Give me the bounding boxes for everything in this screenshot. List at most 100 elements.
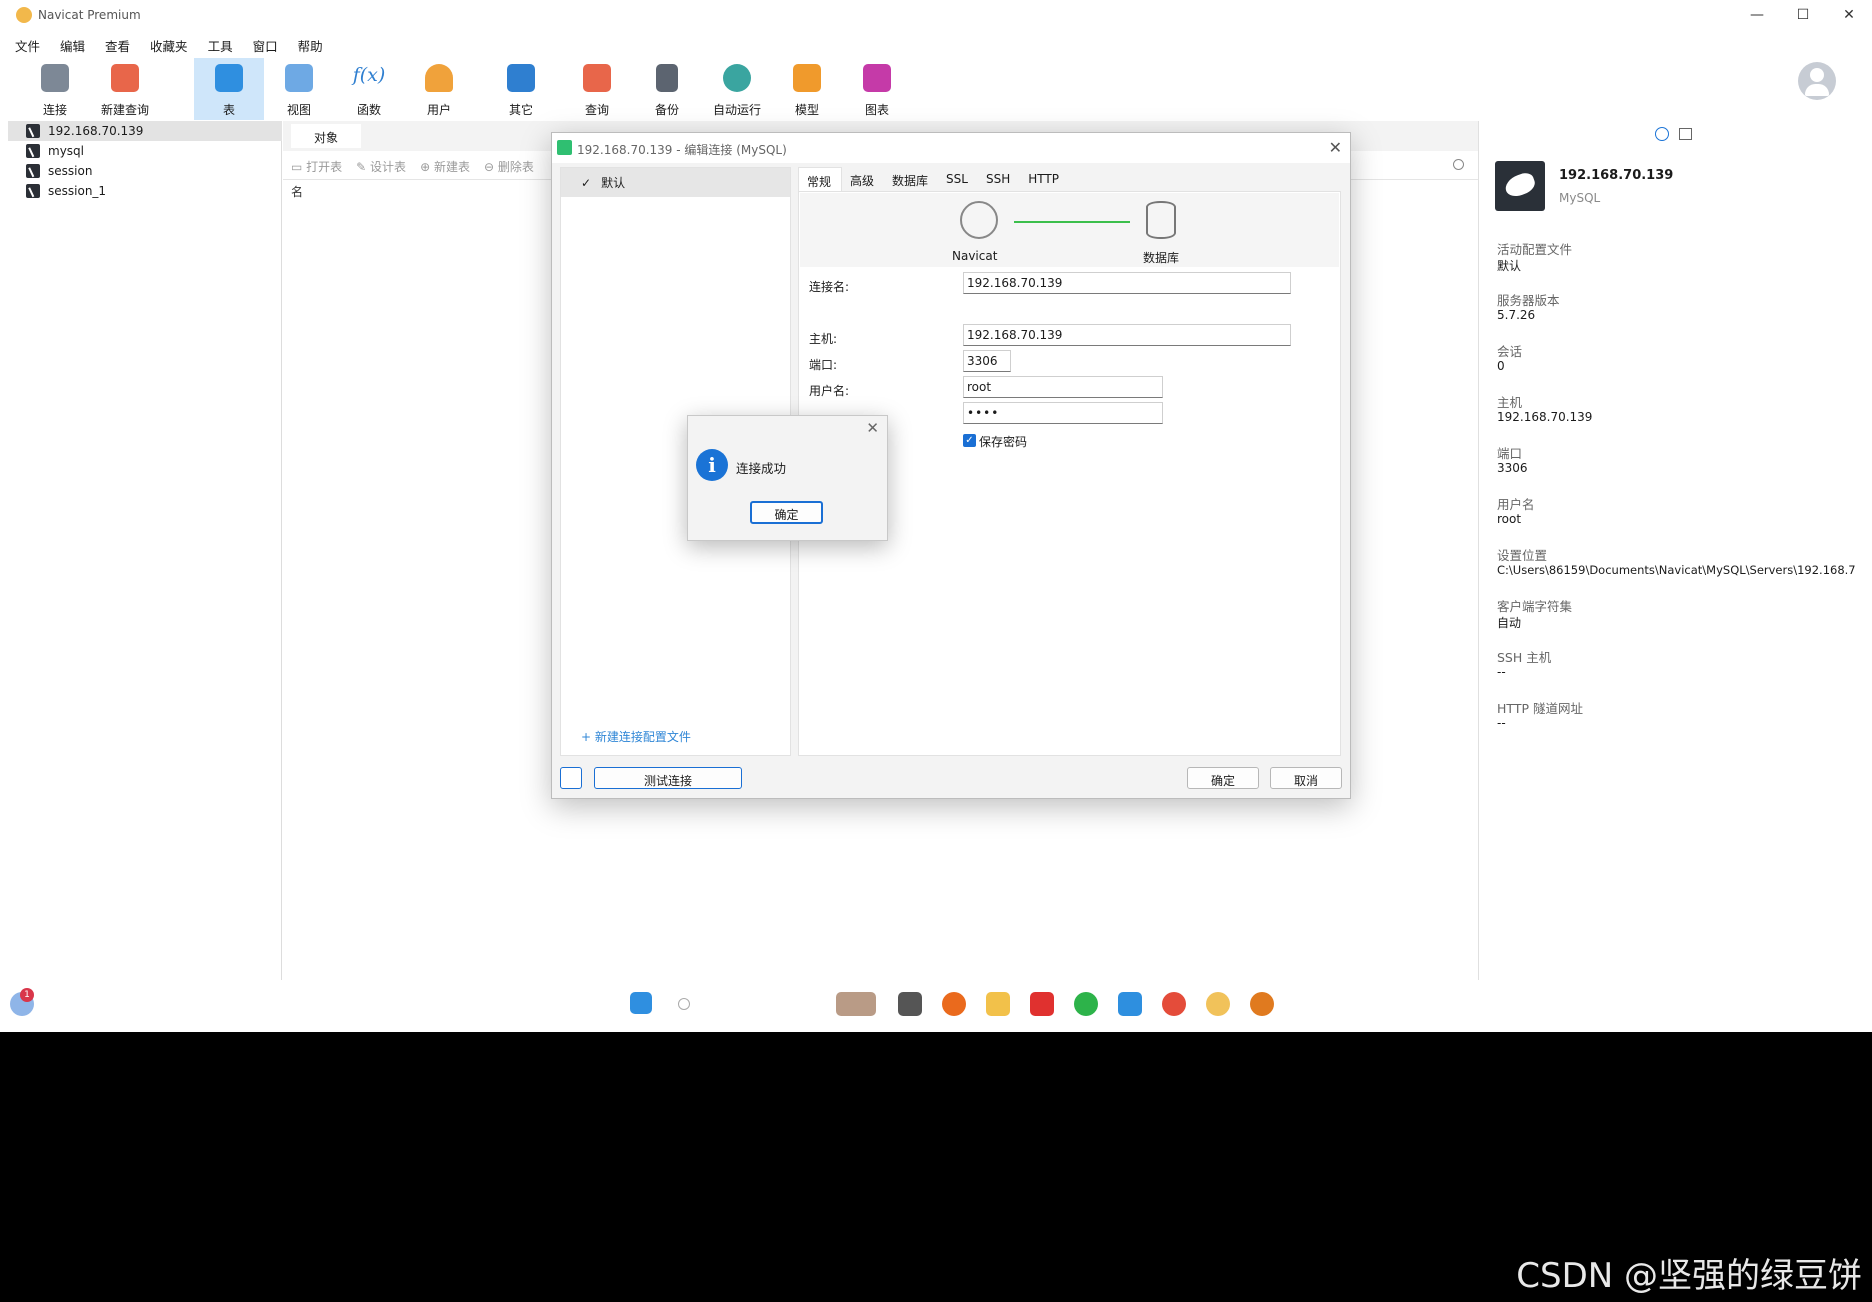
password-input[interactable]: •••• bbox=[963, 402, 1163, 424]
auto-run-label: 自动运行 bbox=[712, 103, 761, 117]
tree-node-connection[interactable]: 192.168.70.139 bbox=[8, 121, 282, 141]
snail-icon[interactable] bbox=[1162, 992, 1186, 1016]
share-icon[interactable] bbox=[560, 767, 582, 789]
search-icon[interactable] bbox=[678, 998, 690, 1010]
navicat-taskbar-icon[interactable] bbox=[1206, 992, 1230, 1016]
profile-label: 默认 bbox=[601, 176, 626, 190]
open-table-label: 打开表 bbox=[306, 160, 343, 174]
port-input[interactable]: 3306 bbox=[963, 350, 1011, 372]
tree-node-label: 192.168.70.139 bbox=[48, 124, 144, 138]
info-panel: 192.168.70.139 MySQL 活动配置文件 默认 服务器版本 5.7… bbox=[1478, 121, 1872, 1031]
view-button[interactable]: 视图 bbox=[266, 58, 332, 120]
auto-run-button[interactable]: 自动运行 bbox=[704, 58, 770, 120]
message-close-icon[interactable]: ✕ bbox=[866, 419, 879, 437]
info-key: 主机 bbox=[1497, 395, 1523, 410]
minimize-button[interactable]: — bbox=[1734, 0, 1780, 30]
chart-icon bbox=[863, 64, 891, 92]
user-button[interactable]: 用户 bbox=[406, 58, 472, 120]
delete-table-button[interactable]: ⊖ 删除表 bbox=[484, 158, 534, 175]
backup-label: 备份 bbox=[654, 103, 679, 117]
menu-edit[interactable]: 编辑 bbox=[53, 32, 98, 56]
new-table-button[interactable]: ⊕ 新建表 bbox=[420, 158, 470, 175]
tools-icon bbox=[507, 64, 535, 92]
close-button[interactable]: ✕ bbox=[1826, 0, 1872, 30]
conn-name-input[interactable]: 192.168.70.139 bbox=[963, 272, 1291, 294]
connection-line bbox=[1014, 221, 1130, 223]
connect-button[interactable]: 连接 bbox=[22, 58, 88, 120]
new-profile-link[interactable]: + 新建连接配置文件 bbox=[581, 728, 691, 745]
connection-graphic: Navicat 数据库 bbox=[800, 193, 1339, 267]
function-icon: f(x) bbox=[352, 64, 386, 86]
success-message-box: ✕ i 连接成功 确定 bbox=[687, 415, 888, 541]
user-photos-icon[interactable] bbox=[836, 992, 876, 1016]
wechat-icon[interactable] bbox=[1074, 992, 1098, 1016]
tab-objects[interactable]: 对象 bbox=[291, 124, 361, 148]
host-input[interactable]: 192.168.70.139 bbox=[963, 324, 1291, 346]
info-value: 默认 bbox=[1497, 259, 1522, 273]
connection-tree: 192.168.70.139 mysql session session_1 bbox=[8, 121, 282, 1031]
avatar-icon[interactable] bbox=[1798, 62, 1836, 100]
menu-view[interactable]: 查看 bbox=[98, 32, 143, 56]
wps-icon[interactable] bbox=[1030, 992, 1054, 1016]
connection-name: 192.168.70.139 bbox=[1559, 168, 1674, 183]
info-key: HTTP 隧道网址 bbox=[1497, 701, 1583, 716]
new-query-button[interactable]: 新建查询 bbox=[92, 58, 158, 120]
tab-database[interactable]: 数据库 bbox=[884, 167, 938, 191]
info-value: 5.7.26 bbox=[1497, 308, 1536, 322]
new-table-label: 新建表 bbox=[433, 160, 470, 174]
ddl-icon[interactable] bbox=[1679, 128, 1692, 140]
search-tool-icon[interactable] bbox=[1250, 992, 1274, 1016]
info-key: 用户名 bbox=[1497, 497, 1535, 512]
tree-node-database[interactable]: session bbox=[8, 161, 282, 181]
profile-item-default[interactable]: ✓ 默认 bbox=[561, 168, 790, 197]
ok-button[interactable]: 确定 bbox=[1187, 767, 1259, 789]
menu-window[interactable]: 窗口 bbox=[246, 32, 291, 56]
tree-node-database[interactable]: mysql bbox=[8, 141, 282, 161]
window-title: Navicat Premium bbox=[38, 8, 141, 22]
start-icon[interactable] bbox=[630, 992, 652, 1014]
info-icon[interactable] bbox=[1655, 127, 1669, 141]
delete-table-label: 删除表 bbox=[497, 160, 534, 174]
design-table-button[interactable]: ✎ 设计表 bbox=[356, 158, 406, 175]
maximize-button[interactable]: ☐ bbox=[1780, 0, 1826, 30]
vmware-icon[interactable] bbox=[1118, 992, 1142, 1016]
tree-node-database[interactable]: session_1 bbox=[8, 181, 282, 201]
column-header-name: 名 bbox=[291, 185, 304, 199]
model-button[interactable]: 模型 bbox=[774, 58, 840, 120]
menu-tools[interactable]: 工具 bbox=[201, 32, 246, 56]
menu-favorites[interactable]: 收藏夹 bbox=[143, 32, 201, 56]
backup-button[interactable]: 备份 bbox=[634, 58, 700, 120]
open-table-button[interactable]: ▭ 打开表 bbox=[291, 158, 342, 175]
username-input[interactable]: root bbox=[963, 376, 1163, 398]
info-value: -- bbox=[1497, 665, 1506, 679]
dialog-title-bar: 192.168.70.139 - 编辑连接 (MySQL) ✕ bbox=[552, 133, 1350, 163]
dialog-close-icon[interactable]: ✕ bbox=[1329, 138, 1342, 157]
conn-name-label: 连接名: bbox=[809, 280, 850, 294]
user-label: 用户 bbox=[426, 103, 451, 117]
tab-ssh[interactable]: SSH bbox=[978, 167, 1020, 191]
tab-general[interactable]: 常规 bbox=[798, 167, 843, 191]
query-button[interactable]: 查询 bbox=[564, 58, 630, 120]
info-icon: i bbox=[696, 449, 728, 481]
plug-icon bbox=[41, 64, 69, 92]
task-view-icon[interactable] bbox=[898, 992, 922, 1016]
chart-button[interactable]: 图表 bbox=[844, 58, 910, 120]
tab-advanced[interactable]: 高级 bbox=[842, 167, 884, 191]
file-explorer-icon[interactable] bbox=[986, 992, 1010, 1016]
backup-icon bbox=[656, 64, 678, 92]
tab-http[interactable]: HTTP bbox=[1020, 167, 1069, 191]
save-password-checkbox[interactable]: ✓ bbox=[963, 434, 976, 447]
message-ok-button[interactable]: 确定 bbox=[750, 501, 823, 524]
function-button[interactable]: f(x) 函数 bbox=[336, 58, 402, 120]
info-key: 客户端字符集 bbox=[1497, 599, 1573, 614]
cancel-button[interactable]: 取消 bbox=[1270, 767, 1342, 789]
menu-file[interactable]: 文件 bbox=[8, 32, 53, 56]
info-key: 服务器版本 bbox=[1497, 293, 1560, 308]
menu-help[interactable]: 帮助 bbox=[291, 32, 336, 56]
test-connection-button[interactable]: 测试连接 bbox=[594, 767, 742, 789]
search-icon[interactable] bbox=[1453, 159, 1464, 170]
table-button[interactable]: 表 bbox=[194, 58, 264, 120]
firefox-icon[interactable] bbox=[942, 992, 966, 1016]
tab-ssl[interactable]: SSL bbox=[938, 167, 978, 191]
other-button[interactable]: 其它 bbox=[488, 58, 554, 120]
